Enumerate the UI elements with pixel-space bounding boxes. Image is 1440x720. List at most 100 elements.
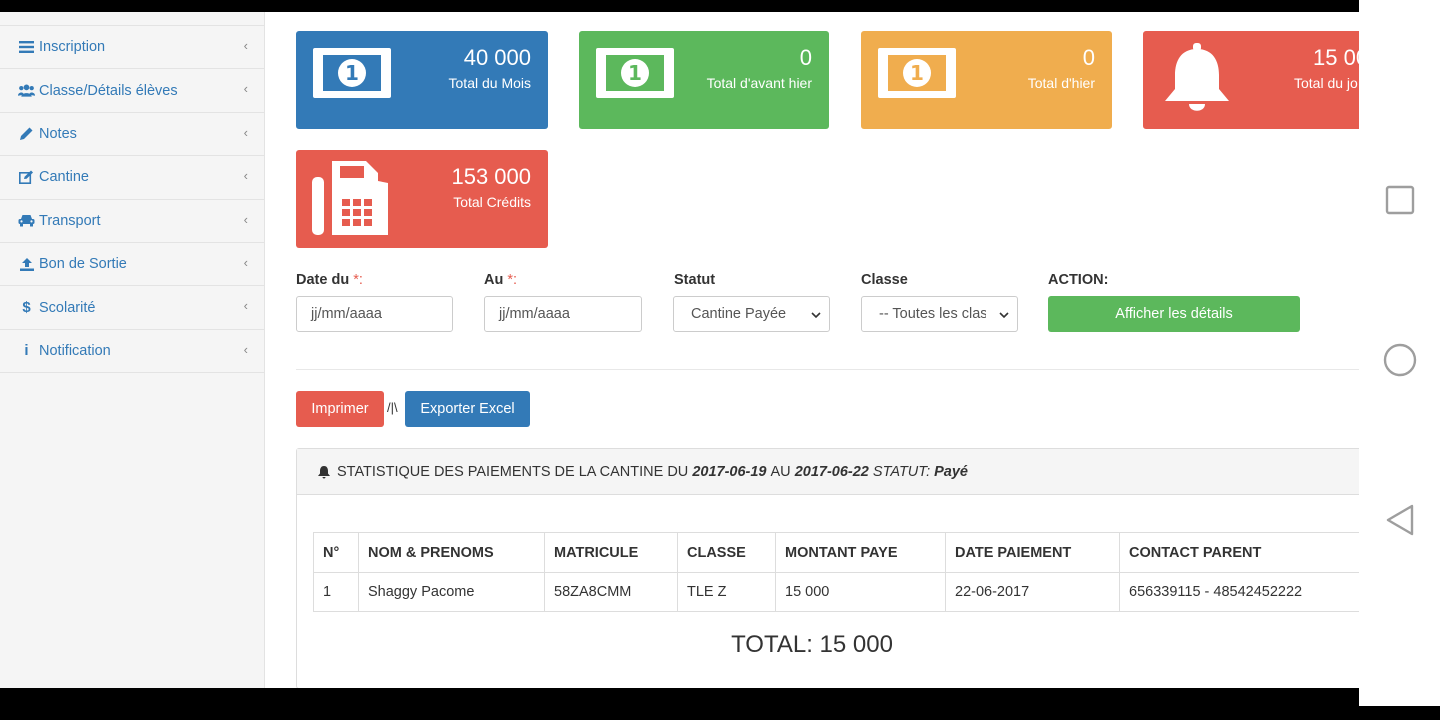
column-header[interactable]: CONTACT PARENT [1119, 532, 1359, 573]
app-screen: Inscription ‹ Classe/Détails élèves ‹ No… [0, 12, 1359, 688]
action-label: ACTION: [1048, 272, 1109, 288]
sidebar-item-label: Notes [39, 125, 77, 142]
print-button[interactable]: Imprimer [296, 391, 384, 427]
column-header[interactable]: MONTANT PAYE [775, 532, 946, 573]
panel-status-label: STATUT: [872, 463, 931, 480]
stat-card-credits[interactable]: 153 000 Total Crédits [296, 150, 548, 248]
recent-apps-button[interactable] [1359, 184, 1440, 216]
pencil-icon [18, 127, 35, 141]
money-icon: 1 [595, 45, 675, 106]
date-from-input[interactable]: jj/mm/aaaa [296, 296, 453, 332]
fax-icon [312, 161, 390, 242]
date-to-label-text: Au [484, 272, 504, 288]
status-label: Statut [674, 272, 716, 288]
column-header[interactable]: MATRICULE [544, 532, 678, 573]
panel-title-prefix: STATISTIQUE DES PAIEMENTS DE LA CANTINE … [337, 463, 689, 480]
sidebar-item-label: Notification [39, 342, 111, 359]
table-cell: TLE Z [677, 572, 776, 612]
info-icon: i [24, 342, 29, 360]
panel-date-from: 2017-06-19 [692, 463, 767, 480]
show-details-button[interactable]: Afficher les détails [1048, 296, 1300, 332]
payments-table: N° NOM & PRENOMS MATRICULE CLASSE MONTAN… [313, 532, 1359, 612]
table-cell: 22-06-2017 [945, 572, 1120, 612]
stat-label: Total du Mois [448, 75, 531, 91]
sidebar-item-notification[interactable]: i Notification ‹ [0, 330, 264, 374]
sidebar-item-bon-de-sortie[interactable]: Bon de Sortie ‹ [0, 243, 264, 287]
date-to-placeholder: jj/mm/aaaa [499, 306, 570, 322]
stat-value: 0 [1082, 45, 1095, 70]
bottom-bezel [0, 688, 1440, 720]
sidebar-item-notes[interactable]: Notes ‹ [0, 113, 264, 157]
table-row[interactable]: 1 Shaggy Pacome 58ZA8CMM TLE Z 15 000 22… [313, 572, 1359, 612]
date-from-label: Date du *: [296, 272, 363, 288]
svg-text:1: 1 [910, 61, 924, 85]
sidebar-top-divider [0, 12, 264, 26]
chevron-left-icon: ‹ [243, 341, 248, 357]
stat-label: Total du jo [1294, 75, 1358, 91]
stat-value: 153 000 [451, 164, 531, 189]
back-button[interactable] [1359, 502, 1440, 538]
total-amount: TOTAL: 15 000 [731, 631, 893, 658]
stat-card-month[interactable]: 1 40 000 Total du Mois [296, 31, 548, 129]
stat-value: 15 00 [1313, 45, 1359, 70]
status-select[interactable]: Cantine Payée [673, 296, 830, 332]
sidebar-item-classe[interactable]: Classe/Détails élèves ‹ [0, 69, 264, 113]
export-excel-button[interactable]: Exporter Excel [405, 391, 530, 427]
table-cell: 15 000 [775, 572, 946, 612]
stat-value: 40 000 [463, 45, 531, 70]
chevron-left-icon: ‹ [243, 81, 248, 97]
chevron-down-icon [999, 308, 1009, 324]
chevron-left-icon: ‹ [243, 254, 248, 270]
sidebar-item-cantine[interactable]: Cantine ‹ [0, 156, 264, 200]
table-cell: 656339115 - 48542452222 [1119, 572, 1359, 612]
sidebar-item-label: Transport [39, 212, 101, 229]
table-cell: Shaggy Pacome [358, 572, 545, 612]
stat-card-yesterday[interactable]: 1 0 Total d'hier [861, 31, 1112, 129]
android-navigation-bar [1359, 0, 1440, 706]
table-cell: 58ZA8CMM [544, 572, 678, 612]
car-icon [18, 214, 35, 227]
sidebar-item-label: Classe/Détails élèves [39, 82, 178, 99]
users-icon [18, 84, 35, 97]
chevron-left-icon: ‹ [243, 298, 248, 314]
class-select[interactable]: -- Toutes les clas [861, 296, 1018, 332]
sidebar-item-inscription[interactable]: Inscription ‹ [0, 26, 264, 70]
column-header[interactable]: DATE PAIEMENT [945, 532, 1120, 573]
bell-icon [317, 465, 331, 479]
column-header[interactable]: CLASSE [677, 532, 776, 573]
stat-card-day-before-yesterday[interactable]: 1 0 Total d'avant hier [579, 31, 829, 129]
class-selected-value: -- Toutes les clas [879, 306, 986, 322]
stat-card-today[interactable]: 15 00 Total du jo [1143, 31, 1359, 129]
class-label: Classe [861, 272, 908, 288]
sidebar-item-label: Scolarité [39, 299, 96, 316]
sidebar: Inscription ‹ Classe/Détails élèves ‹ No… [0, 12, 265, 688]
list-icon [18, 41, 35, 54]
sidebar-item-scolarite[interactable]: $ Scolarité ‹ [0, 286, 264, 330]
date-to-label: Au *: [484, 272, 517, 288]
table-cell: 1 [313, 572, 359, 612]
panel-status-value: Payé [934, 463, 968, 480]
svg-text:1: 1 [345, 61, 359, 85]
date-to-input[interactable]: jj/mm/aaaa [484, 296, 642, 332]
main-content: 1 40 000 Total du Mois 1 0 Total d'avant… [265, 12, 1359, 688]
chevron-left-icon: ‹ [243, 168, 248, 184]
stat-label: Total d'avant hier [706, 75, 812, 91]
panel-date-to: 2017-06-22 [794, 463, 869, 480]
sidebar-item-label: Bon de Sortie [39, 256, 127, 273]
svg-text:1: 1 [628, 61, 642, 85]
status-selected-value: Cantine Payée [691, 306, 787, 322]
table-header-row: N° NOM & PRENOMS MATRICULE CLASSE MONTAN… [313, 532, 1359, 573]
chevron-down-icon [811, 308, 821, 324]
chevron-left-icon: ‹ [243, 124, 248, 140]
panel-title-middle: AU [770, 463, 791, 480]
column-header[interactable]: N° [313, 532, 359, 573]
sidebar-item-transport[interactable]: Transport ‹ [0, 200, 264, 243]
panel-heading: STATISTIQUE DES PAIEMENTS DE LA CANTINE … [297, 449, 1359, 495]
home-button[interactable] [1359, 343, 1440, 377]
money-icon: 1 [877, 45, 957, 106]
button-separator: /|\ [387, 400, 398, 415]
sidebar-item-label: Inscription [39, 39, 106, 56]
chevron-left-icon: ‹ [243, 38, 248, 53]
date-from-placeholder: jj/mm/aaaa [311, 306, 382, 322]
column-header[interactable]: NOM & PRENOMS [358, 532, 545, 573]
